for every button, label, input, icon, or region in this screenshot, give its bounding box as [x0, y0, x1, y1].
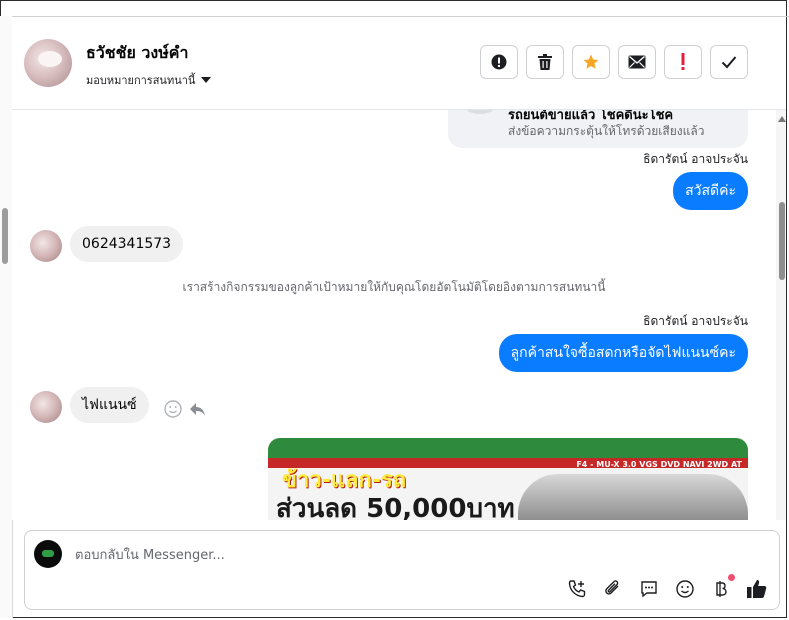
star-icon — [583, 54, 599, 69]
trash-icon — [538, 54, 552, 70]
payment-button[interactable] — [709, 574, 735, 601]
page-avatar — [34, 540, 62, 568]
incoming-message[interactable]: ไฟแนนซ์ — [70, 387, 149, 423]
promo-car-image — [518, 474, 748, 520]
outgoing-message[interactable]: ลูกค้าสนใจซื้อสดกหรือจัดไฟแนนซ์คะ — [498, 334, 748, 372]
message-sender: ธิดารัตน์ อาจประจัน — [643, 314, 748, 328]
call-button[interactable] — [565, 577, 589, 601]
contact-name[interactable]: ธวัชชัย วงษ์คำ — [86, 41, 188, 66]
envelope-icon — [628, 55, 646, 69]
promo-band — [268, 438, 748, 458]
emoji-button[interactable] — [673, 577, 697, 601]
card-subtitle: ส่งข้อความกระตุ้นให้โทรด้วยเสียงแล้ว — [508, 124, 705, 138]
composer-tools — [565, 574, 769, 601]
status-card: รถยนต์ขายแล้ว โชคดีนะโชค ส่งข้อความกระตุ… — [448, 110, 748, 148]
paperclip-icon — [605, 580, 619, 595]
chevron-down-icon — [201, 77, 212, 83]
saved-replies-button[interactable] — [637, 577, 661, 601]
promo-image[interactable]: F4 - MU-X 3.0 VGS DVD NAVI 2WD AT ข้าว-แ… — [268, 438, 748, 520]
incoming-message[interactable]: 0624341573 — [70, 226, 184, 262]
exclamation-icon — [681, 53, 685, 70]
smiley-icon — [676, 580, 694, 598]
reply-icon[interactable] — [188, 400, 206, 418]
reply-input[interactable] — [73, 543, 757, 567]
left-scrollbar-thumb[interactable] — [2, 208, 8, 264]
scroll-up-icon[interactable] — [778, 116, 786, 122]
mail-button[interactable] — [618, 45, 656, 79]
promo-discount: ส่วนลด 50,000บาท — [276, 494, 515, 520]
phone-plus-icon — [568, 580, 586, 598]
system-notice: เราสร้างกิจกรรมของลูกค้าเป้าหมายให้กับคุ… — [182, 280, 606, 294]
message-actions — [164, 400, 206, 418]
message-sender: ธิดารัตน์ อาจประจัน — [643, 152, 748, 166]
delete-button[interactable] — [526, 45, 564, 79]
reply-composer — [24, 530, 780, 610]
assign-conversation-dropdown[interactable]: มอบหมายการสนทนานี้ — [86, 71, 212, 89]
notification-dot — [728, 574, 735, 581]
contact-avatar[interactable] — [24, 39, 72, 87]
star-button[interactable] — [572, 45, 610, 79]
smiley-react-icon[interactable] — [164, 400, 182, 418]
spam-button[interactable] — [664, 45, 702, 79]
thumbs-up-icon — [747, 580, 767, 598]
card-thumbnail — [464, 110, 496, 114]
alert-icon-button[interactable] — [480, 45, 518, 79]
header-actions — [480, 45, 748, 79]
attach-button[interactable] — [601, 577, 625, 601]
conversation-header: ธวัชชัย วงษ์คำ มอบหมายการสนทนานี้ — [12, 17, 786, 110]
contact-avatar-small[interactable] — [30, 391, 62, 423]
assign-label: มอบหมายการสนทนานี้ — [86, 74, 196, 87]
contact-avatar-small[interactable] — [30, 230, 62, 262]
exclamation-circle-icon — [491, 54, 507, 70]
promo-model-text: F4 - MU-X 3.0 VGS DVD NAVI 2WD AT — [576, 460, 742, 469]
outgoing-message[interactable]: สวัสดีค่ะ — [673, 172, 748, 210]
done-button[interactable] — [710, 45, 748, 79]
baht-icon — [716, 581, 727, 597]
check-icon — [721, 56, 737, 69]
thread-scrollbar[interactable] — [776, 110, 786, 520]
chat-bubble-icon — [641, 581, 657, 598]
like-button[interactable] — [745, 577, 769, 601]
message-thread[interactable]: รถยนต์ขายแล้ว โชคดีนะโชค ส่งข้อความกระตุ… — [12, 110, 776, 520]
thread-scrollbar-thumb[interactable] — [779, 202, 785, 280]
